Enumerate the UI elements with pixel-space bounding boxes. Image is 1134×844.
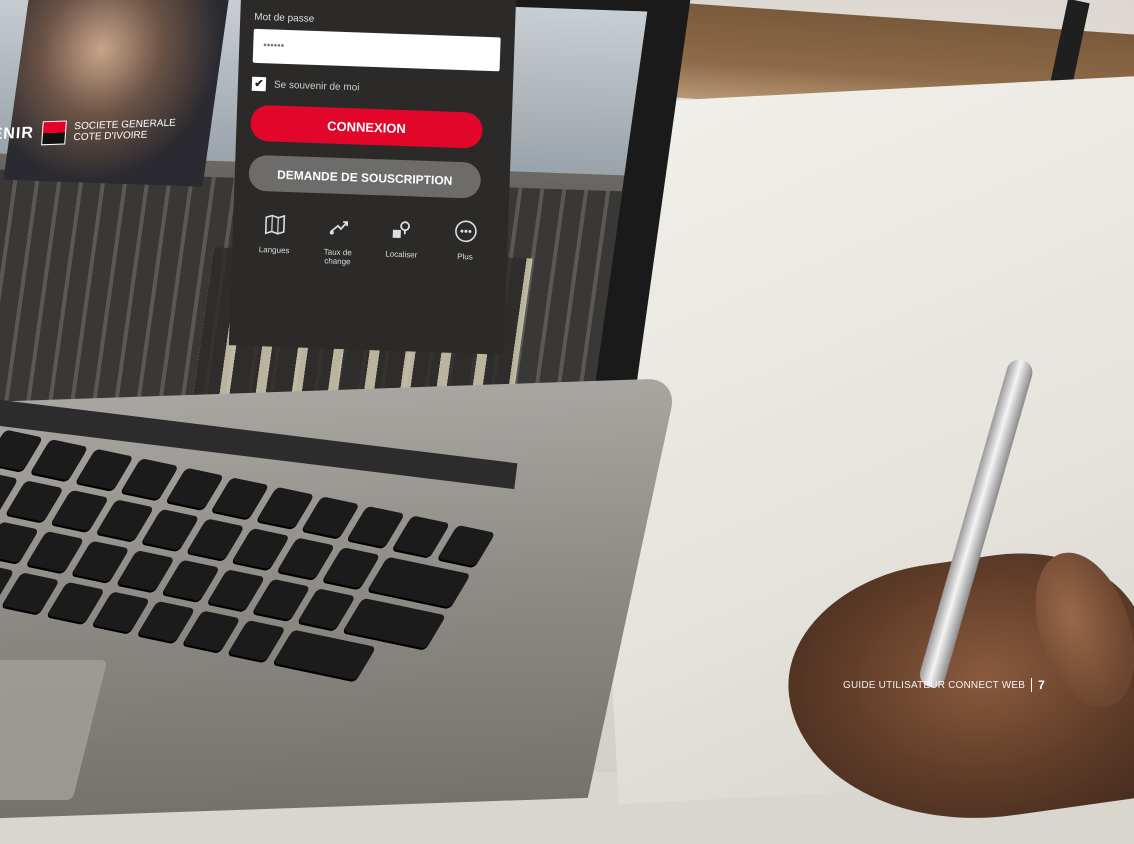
footer-separator [1031, 678, 1033, 692]
location-icon [389, 216, 416, 243]
societe-generale-logo-icon [41, 120, 67, 146]
exchange-icon [325, 213, 352, 240]
brand-tagline: VENIR [0, 124, 35, 144]
password-label: Mot de passe [254, 11, 315, 25]
page-footer: GUIDE UTILISATEUR CONNECT WEB 7 [843, 678, 1045, 692]
tool-label: Langues [258, 245, 290, 256]
tool-localiser[interactable]: Localiser [375, 215, 429, 269]
login-panel: Mot de passe •••••• ✔ Se souvenir de moi… [228, 0, 517, 355]
brand-name-line2: COTE D'IVOIRE [73, 129, 148, 144]
tool-label: Taux de change [323, 247, 352, 267]
brand-names: SOCIETE GENERALE COTE D'IVOIRE [73, 118, 176, 144]
page-number: 7 [1038, 678, 1045, 692]
guide-title: GUIDE UTILISATEUR CONNECT WEB [843, 679, 1026, 691]
remember-label: Se souvenir de moi [273, 79, 360, 93]
more-icon [452, 218, 479, 245]
keyboard-key [342, 597, 447, 649]
keyboard-key [367, 556, 471, 608]
password-field[interactable]: •••••• [252, 28, 501, 72]
subscribe-button[interactable]: DEMANDE DE SOUSCRIPTION [248, 154, 482, 199]
tool-label: Localiser [385, 249, 418, 260]
connect-button[interactable]: CONNEXION [249, 104, 484, 149]
tool-label: Plus [457, 252, 473, 262]
tool-taux-de-change[interactable]: Taux de change [311, 213, 365, 267]
tool-langues[interactable]: Langues [248, 211, 302, 265]
keyboard-key [273, 629, 377, 681]
tool-plus[interactable]: Plus [439, 217, 493, 271]
remember-me[interactable]: ✔ Se souvenir de moi [251, 76, 499, 100]
tools-row: Langues Taux de change Localiser Plus [246, 211, 495, 272]
keyboard-key [437, 524, 496, 567]
map-icon [262, 211, 289, 238]
screen-person [3, 0, 230, 187]
remember-checkbox[interactable]: ✔ [251, 76, 267, 92]
